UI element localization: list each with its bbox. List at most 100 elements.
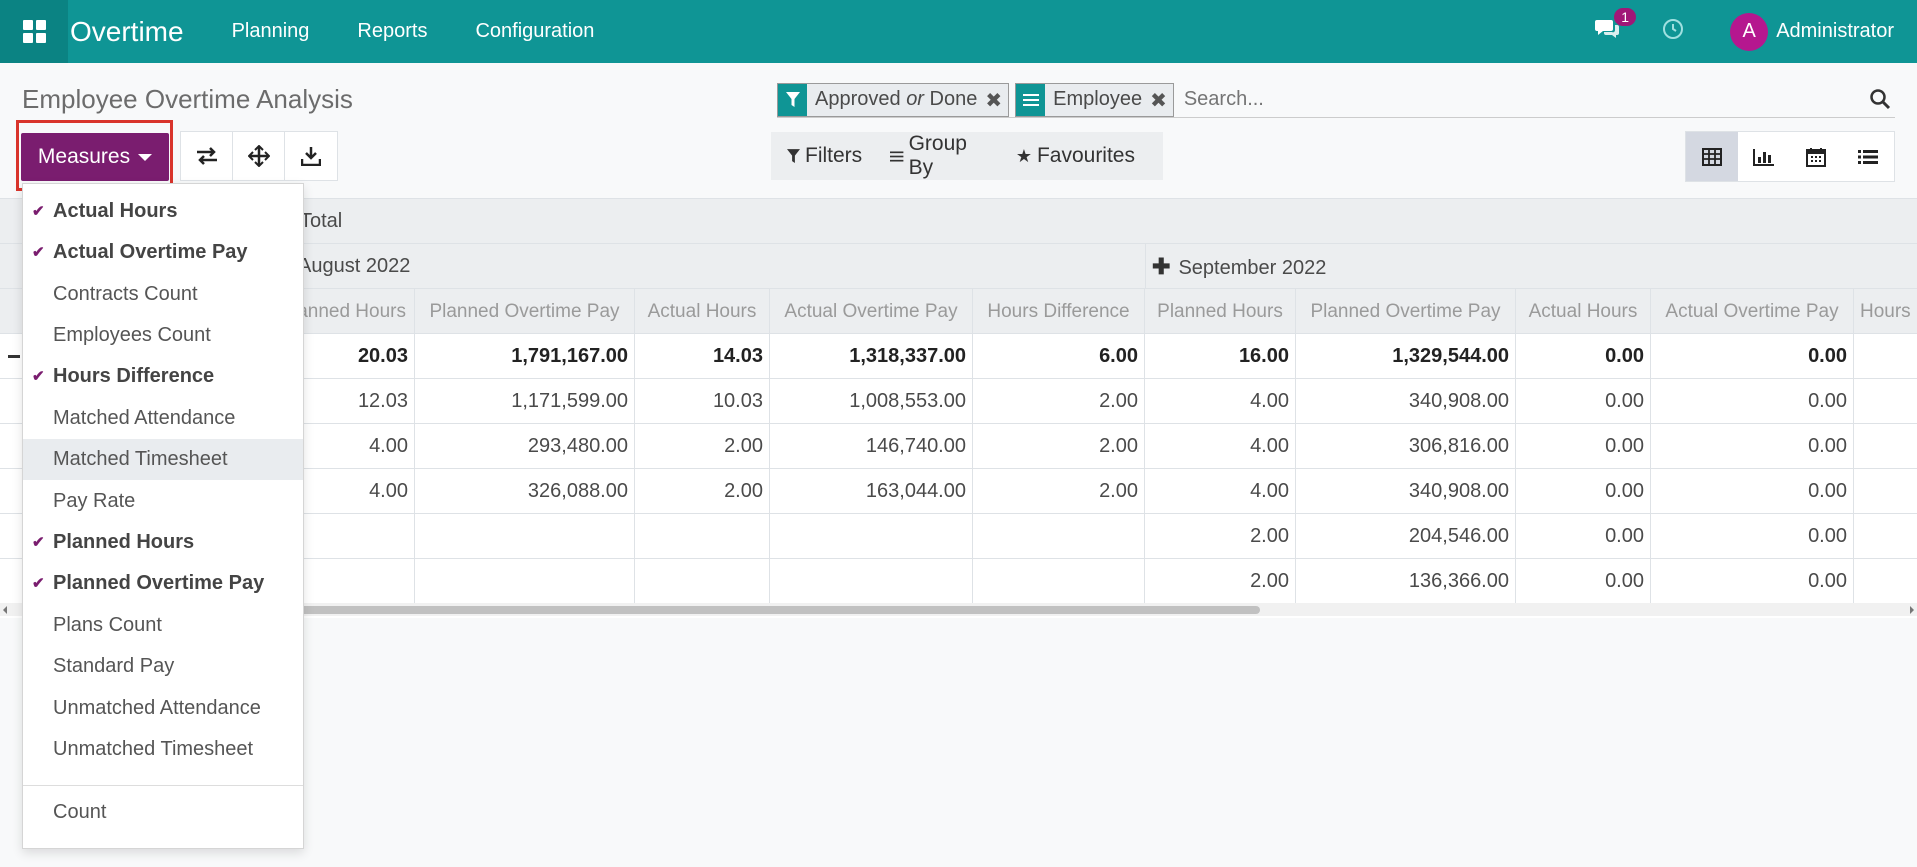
pivot-cell[interactable]: 0.00 bbox=[1516, 424, 1651, 469]
scroll-left-icon[interactable] bbox=[3, 606, 7, 614]
pivot-header-total[interactable]: Total bbox=[300, 199, 342, 244]
pivot-cell[interactable]: 2.00 bbox=[635, 469, 770, 514]
measure-header[interactable]: Planned Overtime Pay bbox=[415, 289, 635, 334]
measure-option-unmatched-timesheet[interactable]: Unmatched Timesheet bbox=[23, 729, 303, 770]
pivot-cell[interactable]: 163,044.00 bbox=[770, 469, 973, 514]
user-name[interactable]: Administrator bbox=[1776, 20, 1894, 43]
pivot-cell[interactable]: 1,008,553.00 bbox=[770, 379, 973, 424]
flip-axis-button[interactable] bbox=[181, 132, 233, 180]
pivot-cell[interactable]: 0.00 bbox=[1651, 559, 1854, 604]
pivot-cell[interactable] bbox=[415, 514, 635, 559]
pivot-cell[interactable]: 146,740.00 bbox=[770, 424, 973, 469]
pivot-cell[interactable]: 0.00 bbox=[1516, 469, 1651, 514]
pivot-cell[interactable] bbox=[973, 514, 1145, 559]
pivot-cell[interactable] bbox=[635, 559, 770, 604]
download-button[interactable] bbox=[285, 132, 337, 180]
pivot-cell[interactable]: 204,546.00 bbox=[1296, 514, 1516, 559]
measure-option-count[interactable]: Count bbox=[23, 792, 303, 833]
scroll-right-icon[interactable] bbox=[1910, 606, 1914, 614]
menu-planning[interactable]: Planning bbox=[232, 20, 310, 43]
measure-header[interactable]: Hours Difference bbox=[973, 289, 1145, 334]
menu-configuration[interactable]: Configuration bbox=[475, 20, 594, 43]
measure-header[interactable]: Actual Hours bbox=[635, 289, 770, 334]
measure-header[interactable]: Actual Overtime Pay bbox=[770, 289, 973, 334]
pivot-cell[interactable]: 0.00 bbox=[1516, 559, 1651, 604]
pivot-cell[interactable] bbox=[415, 559, 635, 604]
pivot-cell[interactable]: 0.00 bbox=[1651, 424, 1854, 469]
pivot-cell[interactable]: 2.00 bbox=[973, 424, 1145, 469]
pivot-header-group-august[interactable]: August 2022 bbox=[298, 244, 410, 289]
measure-header[interactable]: Actual Hours bbox=[1516, 289, 1651, 334]
pivot-cell[interactable]: 4.00 bbox=[1145, 424, 1296, 469]
pivot-cell[interactable]: 0.00 bbox=[1651, 379, 1854, 424]
measure-header[interactable]: Hours bbox=[1854, 289, 1917, 334]
measure-option-planned-overtime-pay[interactable]: ✔ Planned Overtime Pay bbox=[23, 563, 303, 604]
pivot-cell[interactable]: 0.00 bbox=[1651, 469, 1854, 514]
measure-option-matched-attendance[interactable]: Matched Attendance bbox=[23, 398, 303, 439]
pivot-cell[interactable]: 326,088.00 bbox=[415, 469, 635, 514]
pivot-cell[interactable]: 2.00 bbox=[1145, 559, 1296, 604]
pivot-cell[interactable]: 0.00 bbox=[1516, 379, 1651, 424]
menu-reports[interactable]: Reports bbox=[357, 20, 427, 43]
graph-view-button[interactable] bbox=[1738, 132, 1790, 181]
pivot-cell[interactable]: 293,480.00 bbox=[415, 424, 635, 469]
pivot-cell[interactable]: 340,908.00 bbox=[1296, 469, 1516, 514]
measure-option-employees-count[interactable]: Employees Count bbox=[23, 315, 303, 356]
measures-button[interactable]: Measures bbox=[21, 133, 169, 181]
measure-header[interactable]: Planned Hours bbox=[1145, 289, 1296, 334]
pivot-cell[interactable] bbox=[635, 514, 770, 559]
pivot-cell[interactable]: 1,318,337.00 bbox=[770, 334, 973, 379]
pivot-cell[interactable]: 4.00 bbox=[1145, 469, 1296, 514]
pivot-cell[interactable]: 2.00 bbox=[973, 379, 1145, 424]
pivot-cell[interactable] bbox=[770, 514, 973, 559]
pivot-cell[interactable] bbox=[973, 559, 1145, 604]
pivot-cell[interactable]: 306,816.00 bbox=[1296, 424, 1516, 469]
pivot-cell[interactable]: 2.00 bbox=[635, 424, 770, 469]
user-avatar[interactable]: A bbox=[1730, 12, 1769, 51]
pivot-cell[interactable]: 0.00 bbox=[1651, 334, 1854, 379]
collapse-icon[interactable] bbox=[8, 355, 20, 358]
measure-header[interactable]: Actual Overtime Pay bbox=[1651, 289, 1854, 334]
list-view-button[interactable] bbox=[1842, 132, 1894, 181]
messages-button[interactable]: 1 bbox=[1594, 8, 1636, 45]
search-input[interactable] bbox=[1179, 82, 1895, 117]
measure-option-planned-hours[interactable]: ✔ Planned Hours bbox=[23, 522, 303, 563]
pivot-cell[interactable]: 2.00 bbox=[1145, 514, 1296, 559]
pivot-cell[interactable]: 14.03 bbox=[635, 334, 770, 379]
measure-header[interactable]: Planned Overtime Pay bbox=[1296, 289, 1516, 334]
measure-option-matched-timesheet[interactable]: Matched Timesheet bbox=[23, 439, 303, 480]
app-menu-button[interactable] bbox=[0, 0, 68, 63]
pivot-cell[interactable]: 1,171,599.00 bbox=[415, 379, 635, 424]
pivot-cell[interactable]: 10.03 bbox=[635, 379, 770, 424]
remove-filter-facet-button[interactable]: ✖ bbox=[983, 84, 1008, 116]
expand-all-button[interactable] bbox=[233, 132, 285, 180]
pivot-cell[interactable]: 4.00 bbox=[1145, 379, 1296, 424]
pivot-cell[interactable]: 0.00 bbox=[1651, 514, 1854, 559]
measure-option-actual-hours[interactable]: ✔ Actual Hours bbox=[23, 191, 303, 232]
measure-option-pay-rate[interactable]: Pay Rate bbox=[23, 481, 303, 522]
measure-option-unmatched-attendance[interactable]: Unmatched Attendance bbox=[23, 688, 303, 729]
measure-option-contracts-count[interactable]: Contracts Count bbox=[23, 274, 303, 315]
pivot-cell[interactable]: 2.00 bbox=[973, 469, 1145, 514]
favourites-button[interactable]: ★ Favourites bbox=[1016, 144, 1135, 168]
measure-option-hours-difference[interactable]: ✔ Hours Difference bbox=[23, 356, 303, 397]
app-title[interactable]: Overtime bbox=[70, 16, 184, 48]
pivot-cell[interactable]: 16.00 bbox=[1145, 334, 1296, 379]
pivot-cell[interactable]: 6.00 bbox=[973, 334, 1145, 379]
remove-groupby-facet-button[interactable]: ✖ bbox=[1148, 84, 1173, 116]
pivot-cell[interactable]: 340,908.00 bbox=[1296, 379, 1516, 424]
pivot-cell[interactable]: 1,791,167.00 bbox=[415, 334, 635, 379]
search-button[interactable] bbox=[1869, 88, 1891, 115]
measure-option-plans-count[interactable]: Plans Count bbox=[23, 605, 303, 646]
pivot-view-button[interactable] bbox=[1686, 132, 1738, 181]
measure-option-actual-overtime-pay[interactable]: ✔ Actual Overtime Pay bbox=[23, 232, 303, 273]
measure-option-standard-pay[interactable]: Standard Pay bbox=[23, 646, 303, 687]
pivot-cell[interactable] bbox=[770, 559, 973, 604]
calendar-view-button[interactable] bbox=[1790, 132, 1842, 181]
activities-button[interactable] bbox=[1662, 18, 1684, 45]
pivot-cell[interactable]: 0.00 bbox=[1516, 334, 1651, 379]
scrollbar-thumb[interactable] bbox=[290, 606, 1260, 614]
filters-button[interactable]: Filters bbox=[787, 144, 862, 168]
group-by-button[interactable]: Group By bbox=[890, 132, 988, 180]
pivot-cell[interactable]: 0.00 bbox=[1516, 514, 1651, 559]
